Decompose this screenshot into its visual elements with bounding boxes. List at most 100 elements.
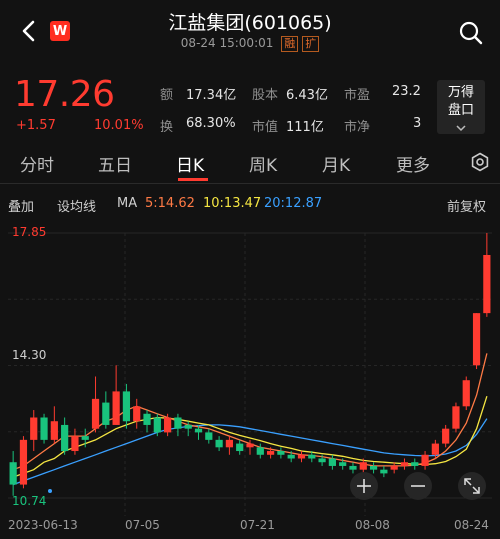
low-marker [48, 489, 52, 493]
candle-body [236, 443, 244, 452]
candle-body [462, 380, 470, 407]
candle-body [225, 439, 234, 448]
kline-chart[interactable]: 17.85 14.30 10.74 2023-06-13 07-05 07-21 08… [0, 215, 500, 539]
candle-body [153, 417, 161, 433]
candle [483, 233, 491, 317]
candle-body [328, 458, 336, 466]
tab-monthly-k[interactable]: 月K [322, 151, 350, 176]
candle [390, 462, 398, 474]
candle [215, 436, 223, 452]
stat-label-marketcap: 市值 [252, 120, 279, 135]
candle-body [287, 454, 295, 459]
candle-body [452, 406, 460, 429]
tab-intraday[interactable]: 分时 [20, 151, 54, 176]
stock-title: 江盐集团(601065) [168, 12, 332, 34]
candle-body [442, 428, 450, 444]
candle [40, 413, 48, 444]
candle-body [50, 421, 58, 440]
candle-body [246, 443, 254, 448]
candle [236, 439, 244, 455]
zoom-in-button[interactable] [350, 472, 378, 500]
candle-body [400, 462, 409, 466]
candle [442, 424, 450, 448]
candle [71, 428, 79, 455]
candle-body [143, 413, 151, 425]
candle [133, 398, 141, 429]
candle [112, 365, 120, 425]
candle-body [81, 436, 89, 440]
candle-body [318, 458, 326, 463]
candle [411, 458, 419, 470]
ma5-value: 5:14.62 [145, 196, 195, 211]
tab-daily-k[interactable]: 日K [176, 151, 204, 176]
candle-body [411, 462, 419, 466]
candle-body [349, 465, 357, 470]
candle [277, 447, 285, 459]
y-mid-label: 14.30 [12, 348, 46, 362]
candle-body [164, 417, 172, 433]
quote-timestamp-line: 08-24 15:00:01 融扩 [0, 36, 500, 52]
x-axis-label: 08-08 [355, 518, 390, 532]
candle [102, 391, 110, 429]
candle [369, 462, 378, 474]
candle-body [133, 406, 141, 422]
candle-body [266, 451, 275, 455]
settings-gear-icon[interactable] [470, 152, 490, 176]
search-icon[interactable] [458, 20, 484, 46]
tab-more[interactable]: 更多 [396, 151, 430, 176]
candle-body [71, 436, 79, 452]
active-tab-indicator [178, 178, 208, 181]
x-axis-label: 07-21 [240, 518, 275, 532]
candle-body [256, 447, 264, 455]
fullscreen-icon[interactable] [458, 472, 486, 500]
candle-body [91, 398, 100, 429]
chevron-down-icon [456, 125, 466, 132]
candle [50, 406, 58, 444]
candle-body [112, 391, 120, 425]
stat-label-pe: 市盈 [344, 88, 371, 103]
ma10-value: 10:13.47 [203, 196, 262, 211]
candle [225, 436, 234, 455]
candle [472, 313, 481, 370]
adjust-mode-button[interactable]: 前复权 [447, 196, 486, 215]
candle [30, 410, 38, 452]
candle-body [19, 439, 28, 485]
tab-five-day[interactable]: 五日 [98, 151, 132, 176]
candle-body [390, 465, 398, 470]
stat-label-turnover: 换 [160, 120, 174, 135]
stat-value-turnover: 68.30% [186, 116, 236, 131]
candle-body [339, 462, 347, 466]
wind-orderbook-button[interactable]: 万得 盘口 [437, 80, 485, 134]
candle-body [122, 391, 131, 422]
stat-value-marketcap: 111亿 [286, 120, 324, 135]
candle-body [277, 451, 285, 455]
set-ma-button[interactable]: 设均线 [57, 196, 96, 215]
zoom-out-button[interactable] [404, 472, 432, 500]
candle-body [308, 454, 316, 459]
candle [143, 410, 151, 433]
overlay-button[interactable]: 叠加 [8, 196, 34, 215]
x-axis-label: 08-24 [454, 518, 489, 532]
y-low-label: 10.74 [12, 494, 46, 508]
ma-label: MA [117, 196, 138, 211]
tab-divider [0, 183, 500, 184]
stat-label-pb: 市净 [344, 120, 371, 135]
x-axis-label: 07-05 [125, 518, 160, 532]
x-axis-label: 2023-06-13 [8, 518, 78, 532]
candle [19, 436, 28, 489]
expansion-tag: 扩 [302, 36, 320, 52]
candle [452, 402, 460, 433]
candle [9, 451, 17, 496]
tab-weekly-k[interactable]: 周K [249, 151, 277, 176]
stat-label-shares: 股本 [252, 88, 279, 103]
period-tabs: 分时 五日 日K 周K 月K 更多 [0, 145, 500, 181]
price-change: +1.57 [16, 118, 56, 133]
wind-orderbook-line1: 万得 [447, 85, 474, 100]
wind-orderbook-line2: 盘口 [447, 103, 474, 118]
candle [174, 413, 182, 437]
y-high-label: 17.85 [12, 225, 46, 239]
candle [462, 376, 470, 411]
stat-value-pe: 23.2 [392, 84, 421, 99]
candle [349, 462, 357, 474]
quote-datetime: 08-24 15:00:01 [180, 36, 274, 50]
